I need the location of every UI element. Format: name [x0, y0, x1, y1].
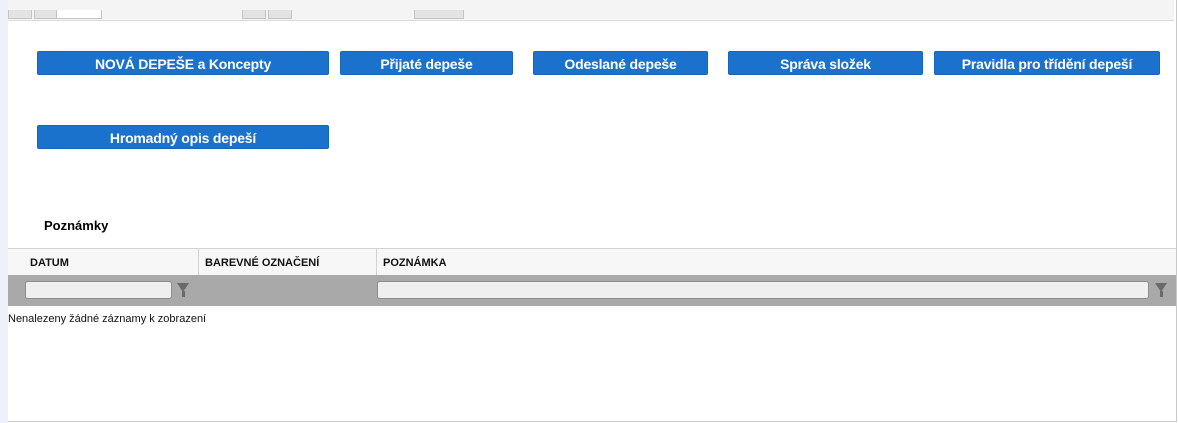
filter-funnel-icon-stem — [181, 291, 185, 297]
column-divider — [198, 249, 199, 275]
toolbar-stub-5[interactable] — [268, 10, 292, 19]
sent-depese-button[interactable]: Odeslané depeše — [533, 51, 708, 75]
column-header-color-label[interactable]: BAREVNÉ OZNAČENÍ — [201, 249, 376, 275]
left-sidebar-strip — [0, 0, 8, 423]
note-filter-input[interactable] — [377, 281, 1149, 299]
received-depese-button[interactable]: Přijaté depeše — [340, 51, 513, 75]
empty-state-message: Nenalezeny žádné záznamy k zobrazení — [8, 313, 207, 325]
column-divider — [376, 249, 377, 275]
toolbar-stub-2[interactable] — [34, 10, 58, 19]
column-header-date[interactable]: DATUM — [26, 249, 196, 275]
toolbar-stub-3[interactable] — [56, 10, 102, 19]
sorting-rules-button[interactable]: Pravidla pro třídění depeší — [934, 51, 1160, 75]
toolbar-stub-6[interactable] — [414, 10, 464, 19]
date-filter-input[interactable] — [25, 281, 172, 299]
notes-filter-row — [8, 275, 1176, 306]
toolbar-stub-1[interactable] — [8, 10, 32, 19]
new-depese-and-drafts-button[interactable]: NOVÁ DEPEŠE a Koncepty — [37, 51, 329, 75]
filter-funnel-icon-stem — [1159, 291, 1163, 297]
notes-section-title: Poznámky — [44, 218, 109, 233]
bulk-copy-depese-button[interactable]: Hromadný opis depeší — [37, 125, 329, 149]
column-header-note[interactable]: POZNÁMKA — [379, 249, 1159, 275]
notes-grid-header: DATUM BAREVNÉ OZNAČENÍ POZNÁMKA — [8, 248, 1176, 276]
top-toolbar-remnant — [8, 0, 1174, 21]
toolbar-stub-4[interactable] — [242, 10, 266, 19]
folder-management-button[interactable]: Správa složek — [728, 51, 923, 75]
